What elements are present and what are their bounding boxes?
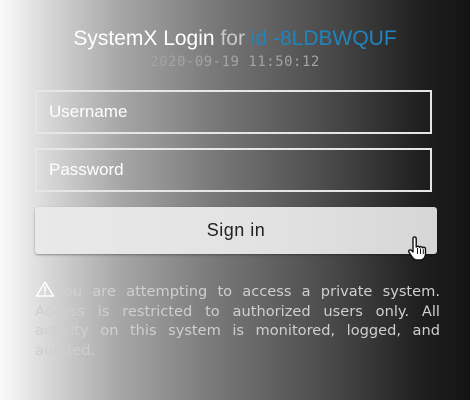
warning-triangle-icon <box>35 281 55 297</box>
app-name: SystemX Login <box>73 27 215 50</box>
hand-pointer-icon <box>408 236 427 261</box>
sign-in-button[interactable]: Sign in <box>35 207 437 254</box>
password-input[interactable] <box>35 148 432 192</box>
login-title: SystemX Login for id -8LDBWQUF <box>0 26 470 52</box>
title-for: for <box>220 27 245 50</box>
warning-text: You are attempting to access a private s… <box>35 283 440 359</box>
system-id: id -8LDBWQUF <box>250 27 397 50</box>
username-input[interactable] <box>35 90 432 134</box>
security-warning: You are attempting to access a private s… <box>35 281 440 360</box>
login-timestamp: 2020-09-19 11:50:12 <box>150 54 320 70</box>
